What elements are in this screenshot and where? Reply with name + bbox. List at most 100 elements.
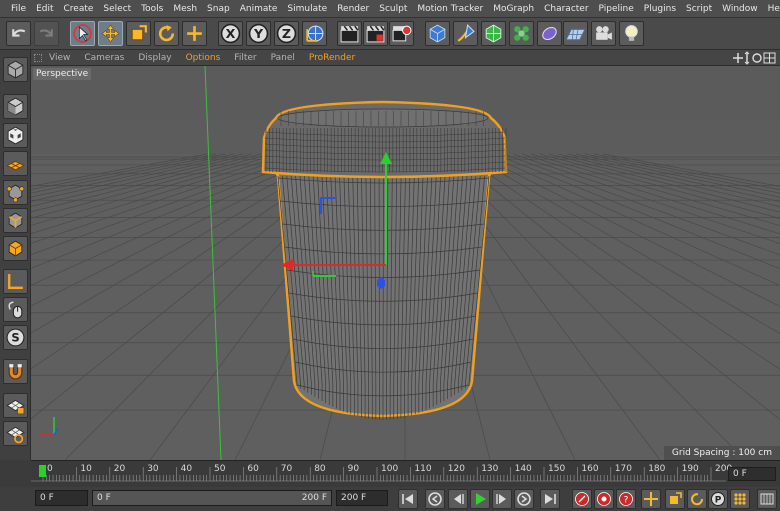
points-component-button[interactable] bbox=[3, 180, 28, 205]
undo-button[interactable] bbox=[6, 21, 31, 46]
start-frame-field[interactable]: 0 F bbox=[35, 490, 88, 506]
camera-label[interactable]: Perspective bbox=[33, 68, 92, 80]
edges-mode-icon bbox=[8, 212, 23, 229]
y-axis-lock-button[interactable]: Y bbox=[246, 21, 271, 46]
menu-script[interactable]: Script bbox=[681, 0, 717, 18]
menu-mesh[interactable]: Mesh bbox=[168, 0, 202, 18]
render-settings-button[interactable] bbox=[389, 21, 414, 46]
x-axis-lock-button[interactable]: X bbox=[218, 21, 243, 46]
play-button[interactable] bbox=[470, 489, 490, 509]
deformer-button[interactable] bbox=[537, 21, 562, 46]
menu-file[interactable]: File bbox=[6, 0, 31, 18]
menu-motion-tracker[interactable]: Motion Tracker bbox=[412, 0, 488, 18]
last-tool-icon bbox=[187, 26, 202, 41]
live-selection-icon bbox=[73, 24, 92, 43]
menu-select[interactable]: Select bbox=[98, 0, 136, 18]
cube-object-button[interactable] bbox=[425, 21, 450, 46]
main-toolbar: X Y Z bbox=[0, 18, 780, 50]
make-editable-icon bbox=[7, 60, 24, 79]
axis-mode-button[interactable] bbox=[3, 269, 28, 294]
live-selection-button[interactable] bbox=[70, 21, 95, 46]
camera-button[interactable] bbox=[591, 21, 616, 46]
menu-help[interactable]: Help bbox=[763, 0, 780, 18]
polygons-mode-button[interactable] bbox=[3, 236, 28, 261]
workplane-icon bbox=[6, 399, 25, 415]
z-axis-lock-button[interactable]: Z bbox=[274, 21, 299, 46]
edges-mode-button[interactable] bbox=[3, 208, 28, 233]
subdivision-surface-button[interactable] bbox=[481, 21, 506, 46]
menu-simulate[interactable]: Simulate bbox=[282, 0, 332, 18]
menu-render[interactable]: Render bbox=[332, 0, 374, 18]
previous-key-button[interactable] bbox=[425, 489, 445, 509]
end-frame-field[interactable]: 200 F bbox=[336, 490, 388, 506]
previous-frame-button[interactable] bbox=[448, 489, 468, 509]
viewport-menu-cameras[interactable]: Cameras bbox=[77, 53, 131, 63]
menu-sculpt[interactable]: Sculpt bbox=[374, 0, 412, 18]
position-key-button[interactable] bbox=[641, 489, 661, 509]
menu-pipeline[interactable]: Pipeline bbox=[594, 0, 639, 18]
solo-button[interactable]: S bbox=[3, 325, 28, 350]
pen-spline-button[interactable] bbox=[453, 21, 478, 46]
viewport-menu-filter[interactable]: Filter bbox=[227, 53, 263, 63]
render-picture-viewer-button[interactable] bbox=[363, 21, 388, 46]
menu-edit[interactable]: Edit bbox=[31, 0, 58, 18]
current-frame-field[interactable]: 0 F bbox=[728, 467, 776, 481]
redo-button[interactable] bbox=[34, 21, 59, 46]
viewport-scene[interactable] bbox=[31, 66, 780, 460]
menu-animate[interactable]: Animate bbox=[235, 0, 283, 18]
snap-button[interactable] bbox=[3, 359, 28, 384]
viewport-navigation-icons[interactable] bbox=[732, 51, 778, 65]
cup-object[interactable] bbox=[261, 100, 508, 420]
next-key-button[interactable] bbox=[514, 489, 534, 509]
rotate-button[interactable] bbox=[154, 21, 179, 46]
menu-window[interactable]: Window bbox=[717, 0, 763, 18]
parameter-key-button[interactable]: P bbox=[708, 489, 728, 509]
x-axis-lock-icon: X bbox=[220, 23, 241, 44]
viewport-menu-display[interactable]: Display bbox=[131, 53, 178, 63]
move-button[interactable] bbox=[98, 21, 123, 46]
solo-icon: S bbox=[6, 328, 25, 347]
go-to-start-button[interactable] bbox=[398, 489, 418, 509]
locked-workplane-button[interactable] bbox=[3, 421, 28, 446]
timeline-playhead[interactable] bbox=[39, 465, 46, 477]
autokeying-button[interactable] bbox=[594, 489, 614, 509]
viewport-menu-view[interactable]: View bbox=[42, 53, 77, 63]
menu-mograph[interactable]: MoGraph bbox=[488, 0, 539, 18]
viewport-menu-options[interactable]: Options bbox=[179, 53, 228, 63]
floor-button[interactable] bbox=[563, 21, 588, 46]
tweak-mode-button[interactable] bbox=[3, 297, 28, 322]
light-button[interactable] bbox=[619, 21, 644, 46]
timeline-ruler[interactable]: 0 10 20 30 40 50 60 70 80 90 100 110 120 130 140 150 160… bbox=[31, 460, 780, 487]
last-tool-button[interactable] bbox=[182, 21, 207, 46]
keyframe-selection-button[interactable]: ? bbox=[616, 489, 636, 509]
timeline-options-button[interactable] bbox=[757, 489, 777, 509]
model-mode-button[interactable] bbox=[3, 94, 28, 119]
go-to-end-button[interactable] bbox=[540, 489, 560, 509]
world-coordinates-button[interactable] bbox=[302, 21, 327, 46]
workplane-button[interactable] bbox=[3, 393, 28, 418]
texture-mode-button[interactable] bbox=[3, 123, 28, 148]
timeline-tick-label: 170 bbox=[614, 464, 632, 474]
points-mode-button[interactable] bbox=[3, 151, 28, 176]
render-view-button[interactable] bbox=[337, 21, 362, 46]
cloner-button[interactable] bbox=[509, 21, 534, 46]
viewport-menu-panel[interactable]: Panel bbox=[264, 53, 302, 63]
make-editable-button[interactable] bbox=[3, 57, 28, 82]
menu-snap[interactable]: Snap bbox=[202, 0, 235, 18]
point-level-animation-button[interactable] bbox=[730, 489, 750, 509]
viewport-menu-prorender[interactable]: ProRender bbox=[302, 53, 362, 63]
timeline-tick-label: 100 bbox=[381, 464, 399, 474]
record-active-objects-button[interactable] bbox=[572, 489, 592, 509]
scale-key-button[interactable] bbox=[665, 489, 685, 509]
timeline-tick-label: 180 bbox=[648, 464, 666, 474]
frame-range-slider[interactable]: 0 F 200 F bbox=[92, 490, 332, 506]
perspective-viewport[interactable]: Perspective Grid Spacing : 100 cm bbox=[31, 66, 780, 460]
menu-character[interactable]: Character bbox=[539, 0, 593, 18]
menu-plugins[interactable]: Plugins bbox=[639, 0, 681, 18]
menu-create[interactable]: Create bbox=[59, 0, 99, 18]
rotation-key-button[interactable] bbox=[687, 489, 707, 509]
scale-button[interactable] bbox=[126, 21, 151, 46]
menu-tools[interactable]: Tools bbox=[136, 0, 168, 18]
grid-spacing-label: Grid Spacing : 100 cm bbox=[663, 446, 780, 460]
next-frame-button[interactable] bbox=[492, 489, 512, 509]
